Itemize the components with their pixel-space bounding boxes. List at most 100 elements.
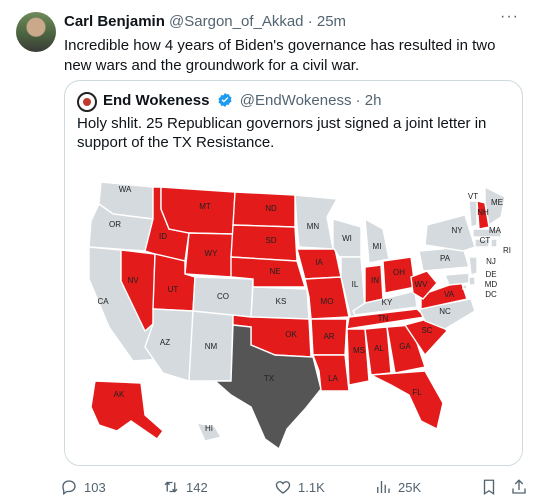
state-label-or: OR xyxy=(109,220,121,229)
state-label-nm: NM xyxy=(205,342,218,351)
state-label-md: MD xyxy=(485,280,498,289)
state-label-al: AL xyxy=(374,344,384,353)
state-label-co: CO xyxy=(217,292,229,301)
tweet-header: Carl Benjamin @Sargon_of_Akkad · 25m xyxy=(64,13,346,30)
like-button[interactable]: 1.1K xyxy=(274,478,325,496)
state-label-ne: NE xyxy=(269,267,280,276)
state-label-il: IL xyxy=(352,280,359,289)
state-nj xyxy=(468,256,478,276)
state-label-oh: OH xyxy=(393,268,405,277)
state-label-ut: UT xyxy=(168,285,179,294)
state-label-de: DE xyxy=(485,270,496,279)
repost-count: 142 xyxy=(186,479,208,495)
views-chart-icon xyxy=(377,481,390,493)
state-label-az: AZ xyxy=(160,338,170,347)
bookmark-button[interactable] xyxy=(480,478,498,496)
more-options-icon[interactable]: ··· xyxy=(500,8,519,26)
state-mi xyxy=(364,217,390,264)
views-count: 25K xyxy=(398,479,422,495)
quoted-author-avatar[interactable] xyxy=(77,92,97,112)
state-ak xyxy=(90,380,164,440)
state-label-mo: MO xyxy=(321,297,334,306)
author-name[interactable]: Carl Benjamin xyxy=(64,13,165,30)
quoted-author-name[interactable]: End Wokeness xyxy=(103,92,209,109)
tweet-time[interactable]: 25m xyxy=(317,13,346,30)
state-label-ak: AK xyxy=(114,390,125,399)
state-label-vt: VT xyxy=(468,192,478,201)
state-label-tn: TN xyxy=(378,314,389,323)
author-handle[interactable]: @Sargon_of_Akkad xyxy=(169,13,303,30)
state-vt xyxy=(468,200,478,228)
quoted-tweet-time[interactable]: 2h xyxy=(365,92,382,109)
state-label-mt: MT xyxy=(199,202,211,211)
state-label-ar: AR xyxy=(323,332,334,341)
repost-icon xyxy=(164,481,178,493)
state-label-ok: OK xyxy=(285,330,297,339)
like-count: 1.1K xyxy=(298,479,325,495)
state-label-nj: NJ xyxy=(486,257,496,266)
state-label-mn: MN xyxy=(307,222,320,231)
state-label-la: LA xyxy=(328,374,338,383)
state-label-wa: WA xyxy=(119,185,132,194)
state-label-ga: GA xyxy=(399,342,411,351)
state-label-va: VA xyxy=(444,290,455,299)
state-label-ny: NY xyxy=(451,226,463,235)
state-dc xyxy=(462,284,468,290)
us-map-svg: WA OR CA NV ID MT WY UT AZ NM CO ND SD NE KS OK TX MN IA MO… xyxy=(88,181,511,451)
state-label-ms: MS xyxy=(353,346,365,355)
quoted-tweet-text: Holy shlit. 25 Republican governors just… xyxy=(77,115,487,151)
state-label-sd: SD xyxy=(265,236,276,245)
separator-dot: · xyxy=(307,13,313,30)
tweet-text: Incredible how 4 years of Biden's govern… xyxy=(64,37,496,74)
reply-icon xyxy=(62,480,76,496)
repost-button[interactable]: 142 xyxy=(162,478,208,496)
bookmark-icon xyxy=(483,479,495,496)
share-icon xyxy=(512,479,526,494)
share-button[interactable] xyxy=(510,478,528,496)
quoted-separator-dot: · xyxy=(355,92,361,109)
state-label-dc: DC xyxy=(485,290,497,299)
state-label-pa: PA xyxy=(440,254,451,263)
state-label-ma: MA xyxy=(489,226,502,235)
reply-count: 103 xyxy=(84,479,106,495)
views-button[interactable]: 25K xyxy=(374,478,421,496)
state-label-ia: IA xyxy=(315,258,323,267)
quoted-tweet[interactable]: End Wokeness @EndWokeness · 2h Holy shli… xyxy=(64,80,523,466)
state-nd xyxy=(232,191,296,228)
verified-badge-icon xyxy=(217,92,233,112)
state-label-nh: NH xyxy=(477,208,489,217)
state-label-mi: MI xyxy=(373,242,382,251)
state-label-wy: WY xyxy=(205,249,219,258)
state-de xyxy=(468,276,476,286)
heart-icon xyxy=(275,481,291,494)
state-label-ky: KY xyxy=(382,298,393,307)
state-ri xyxy=(490,238,498,248)
state-label-nc: NC xyxy=(439,307,451,316)
us-states-map[interactable]: WA OR CA NV ID MT WY UT AZ NM CO ND SD NE KS OK TX MN IA MO… xyxy=(65,159,522,465)
state-label-sc: SC xyxy=(421,326,432,335)
state-label-ca: CA xyxy=(97,297,109,306)
reply-button[interactable]: 103 xyxy=(60,478,106,496)
state-ny xyxy=(424,214,476,252)
state-label-nv: NV xyxy=(127,276,139,285)
state-label-tx: TX xyxy=(264,374,275,383)
quoted-tweet-header: End Wokeness @EndWokeness · 2h xyxy=(103,92,381,112)
state-label-fl: FL xyxy=(412,388,422,397)
state-md xyxy=(443,272,470,286)
state-label-me: ME xyxy=(491,198,503,207)
state-label-ks: KS xyxy=(276,297,287,306)
state-label-in: IN xyxy=(371,276,379,285)
state-label-wi: WI xyxy=(342,234,352,243)
state-label-nd: ND xyxy=(265,204,277,213)
state-label-id: ID xyxy=(159,232,167,241)
state-fl xyxy=(368,370,444,431)
quoted-author-handle[interactable]: @EndWokeness xyxy=(240,92,352,109)
state-sd xyxy=(230,224,298,262)
state-label-hi: HI xyxy=(205,424,213,433)
tweet-actions: 103 142 1.1K 25K xyxy=(60,478,530,498)
author-avatar[interactable] xyxy=(16,12,56,52)
state-label-ct: CT xyxy=(480,236,491,245)
state-label-ri: RI xyxy=(503,246,511,255)
state-label-wv: WV xyxy=(415,280,429,289)
state-mt xyxy=(160,186,236,235)
